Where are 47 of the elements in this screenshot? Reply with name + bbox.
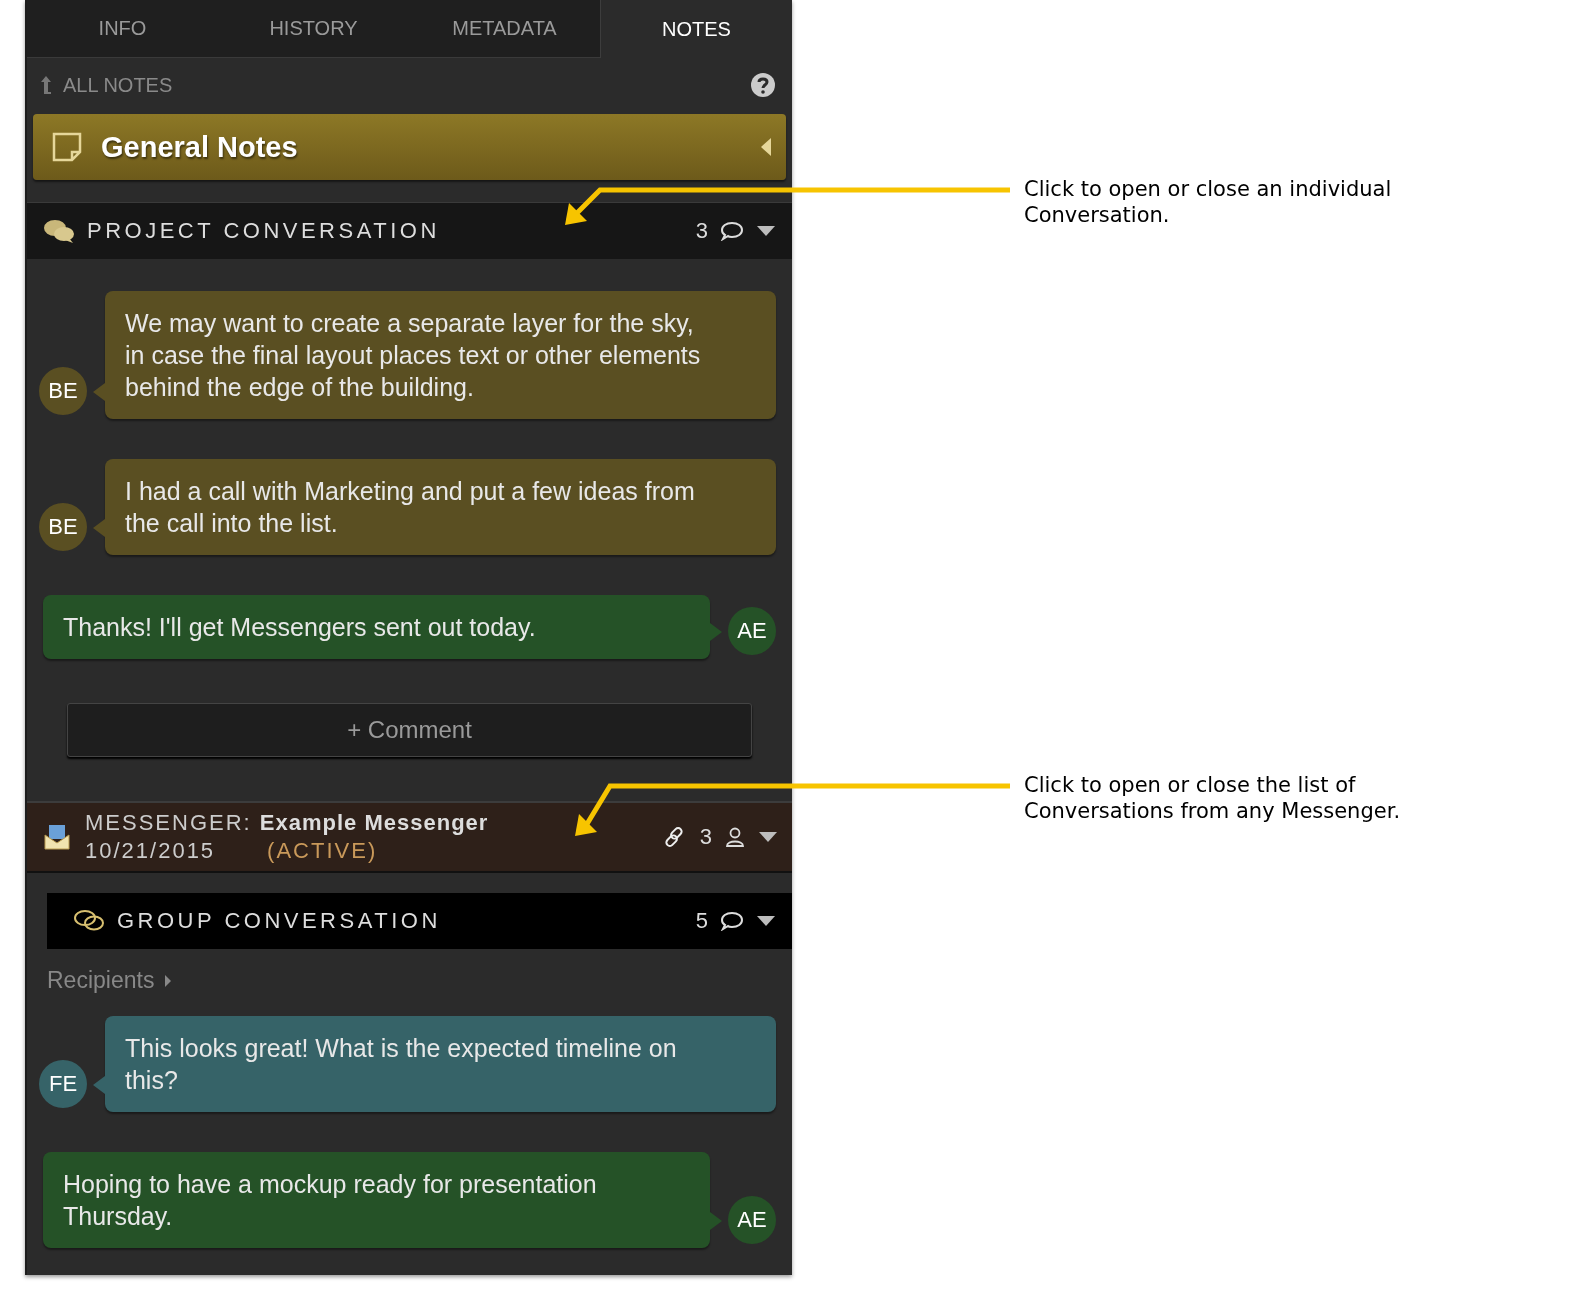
bubble-tail [93,519,105,537]
general-notes-bar[interactable]: General Notes [33,114,786,180]
message-bubble: Hoping to have a mockup ready for presentation Thursday. [43,1152,710,1248]
bubble-tail [93,1076,105,1094]
bubble-tail [93,383,105,401]
person-icon [726,827,744,847]
user-avatar: AE [728,607,776,655]
callout-text: Click to open or close the list of Conversations from any Messenger. [1024,772,1402,824]
conversation-title: PROJECT CONVERSATION [87,218,441,244]
speech-bubble-icon [720,911,744,931]
recipient-count: 3 [699,824,712,850]
conversation-header[interactable]: GROUP CONVERSATION 5 [47,893,792,949]
comment-count: 5 [695,908,708,934]
user-avatar: FE [39,1060,87,1108]
user-avatar: AE [728,1196,776,1244]
chat-bubbles-icon [43,218,75,244]
tab[interactable]: NOTES [600,0,792,58]
expand-caret-icon[interactable] [164,973,173,988]
user-avatar: BE [39,367,87,415]
comment-count: 3 [695,218,708,244]
recipients-toggle[interactable]: Recipients [47,967,155,994]
general-notes-title: General Notes [101,130,299,164]
user-avatar: BE [39,503,87,551]
message-bubble: Thanks! I'll get Messengers sent out today. [43,595,710,659]
callout-text: Click to open or close an individual Conversation. [1024,176,1393,228]
add-comment-button[interactable]: + Comment [67,703,752,757]
dropdown-caret-icon[interactable] [756,225,776,237]
speech-bubble-icon [720,221,744,241]
messenger-status: (ACTIVE) [267,838,378,864]
all-notes-link[interactable]: ALL NOTES [63,73,173,97]
envelope-icon [43,823,71,851]
conversation-header[interactable]: PROJECT CONVERSATION 3 [27,202,792,259]
bubble-tail [710,1212,722,1230]
message-bubble: I had a call with Marketing and put a few ideas from the call into the list. [105,459,776,555]
help-icon[interactable] [750,72,776,98]
messenger-title: MESSENGER: Example Messenger [85,810,490,836]
dropdown-caret-icon[interactable] [758,831,778,843]
note-icon [51,131,83,163]
bubble-tail [710,623,722,641]
message-bubble: This looks great! What is the expected timeline on this? [105,1016,776,1112]
up-arrow-icon [39,74,53,96]
message-bubble: We may want to create a separate layer for the sky, in case the final layout places text or other elements behind the edge of the building. [105,291,776,419]
messenger-header[interactable]: MESSENGER: Example Messenger 10/21/2015 (ACTIVE) 3 [27,801,792,873]
conversation-title: GROUP CONVERSATION [117,908,442,934]
messenger-date: 10/21/2015 [85,838,216,864]
dropdown-caret-icon[interactable] [756,915,776,927]
collapse-caret-icon[interactable] [760,137,772,157]
